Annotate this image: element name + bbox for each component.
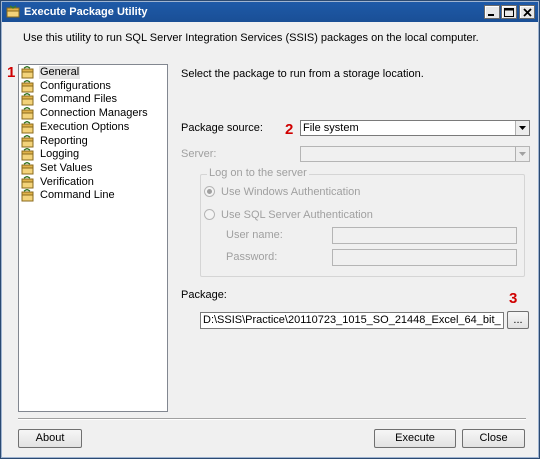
page-icon: [21, 134, 34, 147]
dropdown-arrow-button[interactable]: [515, 121, 529, 135]
nav-item-label: Reporting: [40, 134, 88, 147]
sql-auth-label: Use SQL Server Authentication: [221, 209, 373, 221]
annotation-marker-1: 1: [7, 64, 16, 81]
nav-item-label: Execution Options: [40, 120, 130, 133]
nav-item-set-values[interactable]: Set Values: [21, 161, 165, 175]
maximize-icon: [504, 7, 514, 17]
package-source-dropdown[interactable]: File system: [300, 120, 530, 136]
annotation-marker-3: 3: [509, 290, 518, 307]
nav-item-configurations[interactable]: Configurations: [21, 79, 165, 93]
general-instruction: Select the package to run from a storage…: [181, 68, 424, 80]
nav-item-reporting[interactable]: Reporting: [21, 134, 165, 148]
chevron-down-icon: [519, 126, 526, 130]
server-dropdown-arrow[interactable]: [515, 147, 529, 161]
nav-item-label: Command Line: [40, 189, 115, 202]
username-input[interactable]: [332, 227, 517, 244]
nav-item-command-line[interactable]: Command Line: [21, 189, 165, 202]
package-path-value: D:\SSIS\Practice\20110723_1015_SO_21448_…: [203, 314, 501, 326]
page-icon: [21, 120, 34, 134]
server-label: Server:: [181, 148, 217, 160]
window-title: Execute Package Utility: [24, 6, 148, 18]
nav-item-execution-options[interactable]: Execution Options: [21, 120, 165, 134]
page-icon: [21, 175, 34, 189]
sql-auth-radio[interactable]: [204, 209, 215, 220]
execute-package-utility-window: Execute Package Utility Use this utility…: [0, 0, 540, 459]
page-icon: [21, 66, 34, 79]
page-icon: [21, 93, 34, 106]
nav-item-logging[interactable]: Logging: [21, 148, 165, 161]
nav-item-label: Command Files: [40, 93, 118, 106]
close-window-button[interactable]: [519, 5, 535, 19]
page-icon: [21, 107, 34, 120]
password-label: Password:: [226, 251, 278, 263]
windows-auth-label: Use Windows Authentication: [221, 186, 361, 198]
package-source-value: File system: [303, 122, 359, 134]
execute-button[interactable]: Execute: [374, 429, 456, 448]
about-button[interactable]: About: [18, 429, 82, 448]
nav-item-label: Verification: [40, 175, 94, 188]
chevron-down-icon: [519, 152, 526, 156]
page-navigation-list[interactable]: General Configurations Command Files Connec…: [18, 64, 168, 412]
package-label: Package:: [181, 289, 227, 301]
username-label: User name:: [226, 229, 283, 241]
package-source-label: Package source:: [181, 122, 263, 134]
password-input[interactable]: [332, 249, 517, 266]
nav-item-label: Logging: [40, 148, 80, 161]
server-dropdown[interactable]: [300, 146, 530, 162]
browse-package-button[interactable]: ...: [507, 311, 529, 329]
nav-item-label: Set Values: [40, 161, 93, 174]
nav-item-connection-managers[interactable]: Connection Managers: [21, 107, 165, 120]
maximize-button[interactable]: [501, 5, 517, 19]
package-path-input[interactable]: D:\SSIS\Practice\20110723_1015_SO_21448_…: [200, 312, 504, 329]
page-icon: [21, 79, 34, 93]
nav-item-command-files[interactable]: Command Files: [21, 93, 165, 106]
nav-item-label: Connection Managers: [40, 107, 148, 120]
windows-auth-radio[interactable]: [204, 186, 215, 197]
package-icon: [6, 5, 20, 18]
nav-item-label: General: [39, 66, 81, 79]
page-icon: [21, 161, 34, 175]
utility-description: Use this utility to run SQL Server Integ…: [23, 32, 479, 44]
minimize-icon: [488, 14, 494, 16]
nav-item-verification[interactable]: Verification: [21, 175, 165, 189]
page-icon: [21, 189, 34, 202]
close-button[interactable]: Close: [462, 429, 525, 448]
minimize-button[interactable]: [484, 5, 500, 19]
footer-divider: [18, 418, 526, 420]
page-icon: [21, 148, 34, 161]
nav-item-label: Configurations: [40, 79, 111, 92]
title-bar[interactable]: Execute Package Utility: [2, 2, 538, 22]
annotation-marker-2: 2: [285, 121, 294, 138]
logon-group-label: Log on to the server: [207, 167, 309, 180]
close-icon: [522, 7, 532, 17]
nav-item-general[interactable]: General: [21, 66, 165, 79]
